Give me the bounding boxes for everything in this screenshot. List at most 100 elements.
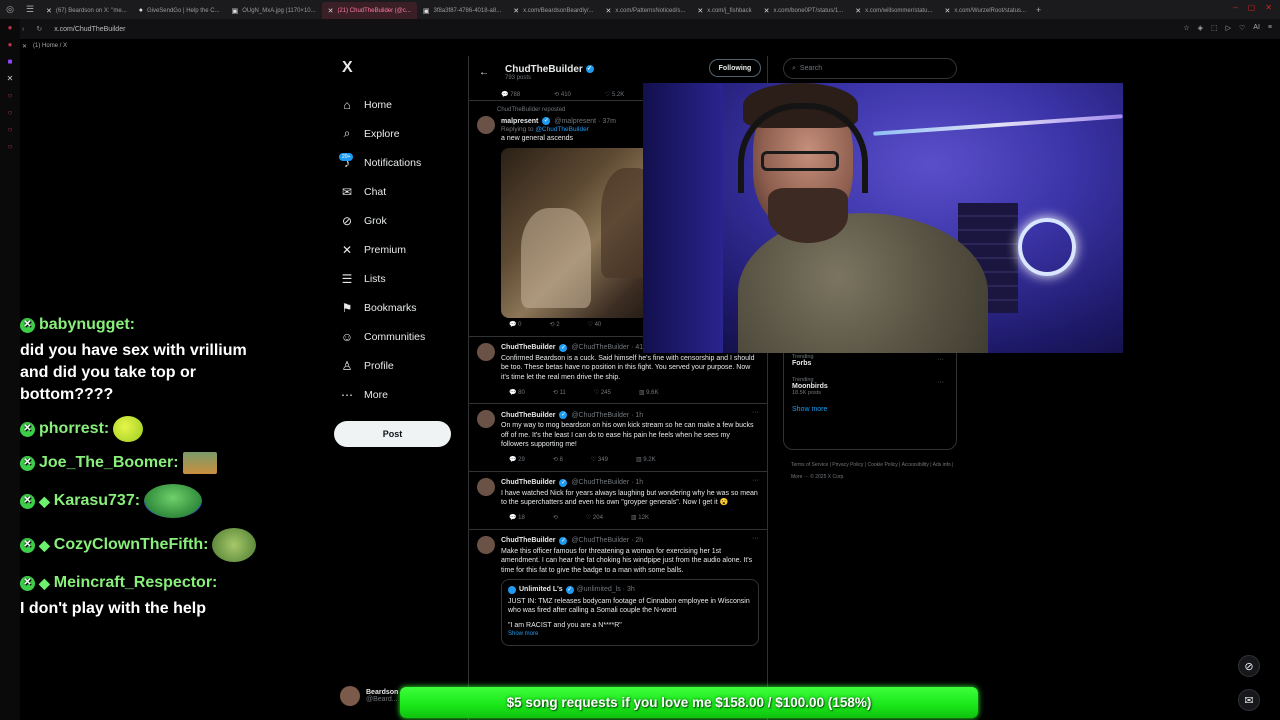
mention-link[interactable]: @ChudTheBuilder <box>535 126 589 133</box>
account-switcher[interactable]: Beardson @Beard... <box>340 686 398 706</box>
more-options-icon[interactable]: ··· <box>752 409 759 416</box>
shield-icon[interactable]: ◈ <box>1198 24 1203 32</box>
messages-icon[interactable]: ✉ <box>1238 689 1260 711</box>
repost-button[interactable]: ⟲ 410 <box>554 91 571 98</box>
search-input[interactable]: ⌕ Search <box>783 58 957 79</box>
tweet[interactable]: ··· ChudTheBuilder ✓ @ChudTheBuilder · 1h I … <box>469 470 767 529</box>
minimize-icon[interactable]: – <box>1233 3 1237 12</box>
nav-item-more[interactable]: ⋯ More <box>334 380 464 409</box>
tweet-author-name[interactable]: ChudTheBuilder <box>501 537 555 544</box>
quoted-tweet[interactable]: Unlimited L's ✓ @unlimited_ls · 3h JUST IN:… <box>501 579 759 646</box>
avatar[interactable] <box>477 342 495 361</box>
tweet-handle[interactable]: @ChudTheBuilder · 41m <box>571 344 649 351</box>
trend-item[interactable]: Trending Forbs ··· <box>792 354 948 367</box>
views-button[interactable]: ▥ 9.2K <box>636 456 656 463</box>
like-button[interactable]: ♡ 40 <box>588 321 602 328</box>
avatar[interactable] <box>477 477 495 496</box>
browser-tab[interactable]: ✕ x.com/WurzelRoot/status... <box>938 2 1031 19</box>
reply-button[interactable]: 💬 80 <box>509 389 525 396</box>
repost-button[interactable]: ⟲ 8 <box>553 456 563 463</box>
browser-tab[interactable]: ✕ x.com/j_fishback <box>691 2 757 19</box>
views-button[interactable]: ▥ 9.6K <box>639 389 659 396</box>
browser-tab[interactable]: ✕ x.com/BeardsonBeardly/... <box>507 2 599 19</box>
following-button[interactable]: Following <box>709 59 761 77</box>
nav-item-grok[interactable]: ⊘ Grok <box>334 206 464 235</box>
avatar[interactable] <box>477 116 495 134</box>
back-icon[interactable]: ‹ <box>22 26 24 33</box>
browser-tab[interactable]: ✕ x.com/bone0PT/status/1... <box>758 2 850 19</box>
heart-icon[interactable]: ♡ <box>1239 24 1245 32</box>
tweet-handle[interactable]: @ChudTheBuilder · 2h <box>571 537 643 544</box>
views-button[interactable]: ▥ 12K <box>631 514 649 521</box>
trend-item[interactable]: Trending Moonbirds 18.5K posts ··· <box>792 377 948 396</box>
nav-item-lists[interactable]: ☰ Lists <box>334 264 464 293</box>
maximize-icon[interactable]: ▢ <box>1248 3 1256 12</box>
post-button[interactable]: Post <box>334 421 451 447</box>
like-button[interactable]: ♡ 204 <box>586 514 603 521</box>
x-logo[interactable]: X <box>342 56 464 80</box>
sidebar-app-icon[interactable]: ● <box>8 23 13 32</box>
url-field[interactable]: x.com/ChudTheBuilder <box>54 26 125 33</box>
sidebar-app-icon[interactable]: ○ <box>8 125 13 134</box>
tweet-handle[interactable]: @ChudTheBuilder · 1h <box>571 479 643 486</box>
like-button[interactable]: ♡ 349 <box>591 456 608 463</box>
more-options-icon[interactable]: ··· <box>752 477 759 484</box>
reply-button[interactable]: 💬 18 <box>509 514 525 521</box>
nav-item-notifications[interactable]: ♪ 20+ Notifications <box>334 148 464 177</box>
reply-button[interactable]: 💬 788 <box>501 91 520 98</box>
browser-menu-icon[interactable]: ◎ <box>0 0 20 19</box>
tweet-author-name[interactable]: ChudTheBuilder <box>501 479 555 486</box>
nav-item-explore[interactable]: ⌕ Explore <box>334 119 464 148</box>
sidebar-app-icon[interactable]: ○ <box>8 91 13 100</box>
sidebar-app-icon[interactable]: ○ <box>8 142 13 151</box>
tweet-handle[interactable]: @malpresent · 37m <box>554 118 616 125</box>
show-more-link[interactable]: Show more <box>792 406 948 413</box>
tweet-author-name[interactable]: ChudTheBuilder <box>501 412 555 419</box>
browser-tab[interactable]: ▣ 3f8a3f87-4786-4018-a8... <box>417 2 507 19</box>
new-tab-button[interactable]: + <box>1036 5 1041 15</box>
nav-item-bookmarks[interactable]: ⚑ Bookmarks <box>334 293 464 322</box>
ai-icon[interactable]: AI <box>1253 24 1260 32</box>
avatar[interactable] <box>477 535 495 554</box>
repost-button[interactable]: ⟲ 2 <box>549 321 559 328</box>
more-options-icon[interactable]: ··· <box>937 379 944 386</box>
tweet[interactable]: ··· ChudTheBuilder ✓ @ChudTheBuilder · 2h Ma… <box>469 528 767 650</box>
reply-button[interactable]: 💬 0 <box>509 321 521 328</box>
tab-list-icon[interactable]: ☰ <box>20 0 40 19</box>
repost-button[interactable]: ⟲ 11 <box>553 389 566 396</box>
like-button[interactable]: ♡ 5.2K <box>605 91 624 98</box>
browser-tab[interactable]: ✕ x.com/PatternsNoticed/s... <box>600 2 692 19</box>
tweet[interactable]: ··· ChudTheBuilder ✓ @ChudTheBuilder · 1h On… <box>469 403 767 471</box>
close-icon[interactable]: ✕ <box>1265 3 1272 12</box>
browser-tab[interactable]: ▣ OUgN_MxA.jpg (1170×10... <box>226 2 322 19</box>
nav-item-home[interactable]: ⌂ Home <box>334 90 464 119</box>
avatar[interactable] <box>477 410 495 428</box>
tweet-author-name[interactable]: malpresent <box>501 118 538 125</box>
back-arrow-icon[interactable]: ← <box>479 67 489 78</box>
footer-links[interactable]: Terms of Service | Privacy Policy | Cook… <box>791 459 961 483</box>
nav-item-premium[interactable]: ✕ Premium <box>334 235 464 264</box>
menu-icon[interactable]: ≡ <box>1268 24 1272 32</box>
show-more-link[interactable]: Show more <box>508 630 752 640</box>
bookmark-home[interactable]: (1) Home / X <box>33 43 67 49</box>
more-options-icon[interactable]: ··· <box>937 356 944 363</box>
tweet-handle[interactable]: @ChudTheBuilder · 1h <box>571 412 643 419</box>
repost-button[interactable]: ⟲ <box>553 514 558 521</box>
nav-item-profile[interactable]: ♙ Profile <box>334 351 464 380</box>
reload-icon[interactable]: ↻ <box>36 25 42 33</box>
browser-tab[interactable]: ✕ (67) Beardson on X: "me... <box>40 2 133 19</box>
sidebar-app-icon[interactable]: ● <box>8 40 13 49</box>
more-options-icon[interactable]: ··· <box>752 535 759 542</box>
sidebar-twitch-icon[interactable]: ■ <box>8 57 13 66</box>
browser-tab[interactable]: ✕ (21) ChudTheBuilder (@c... <box>321 2 417 19</box>
play-icon[interactable]: ▷ <box>1226 24 1231 32</box>
tweet-author-name[interactable]: ChudTheBuilder <box>501 344 555 351</box>
like-button[interactable]: ♡ 245 <box>594 389 611 396</box>
nav-item-communities[interactable]: ☺ Communities <box>334 322 464 351</box>
extensions-icon[interactable]: ⬚ <box>1211 24 1218 32</box>
browser-tab[interactable]: ✕ x.com/willsommer/statu... <box>849 2 938 19</box>
bookmark-star-icon[interactable]: ☆ <box>1183 24 1189 32</box>
sidebar-x-icon[interactable]: ✕ <box>7 74 14 83</box>
nav-item-chat[interactable]: ✉ Chat <box>334 177 464 206</box>
grok-icon[interactable]: ⊘ <box>1238 655 1260 677</box>
